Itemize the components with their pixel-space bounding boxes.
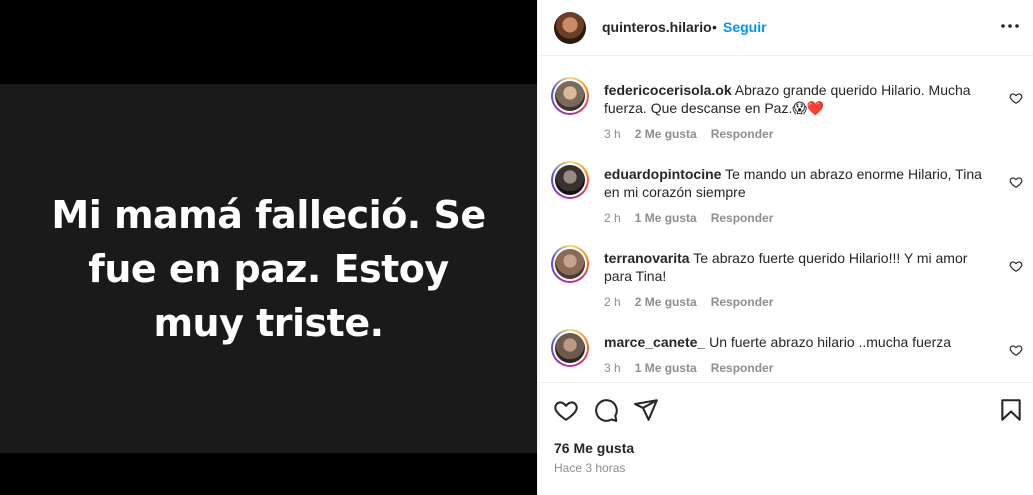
like-icon[interactable]	[1009, 259, 1023, 273]
like-icon[interactable]	[1009, 91, 1023, 105]
comment-icon[interactable]	[593, 397, 619, 423]
commenter-avatar[interactable]	[551, 329, 589, 367]
comment-body: federicocerisola.ok Abrazo grande querid…	[604, 81, 998, 117]
comment-time[interactable]: 2 h	[604, 211, 621, 225]
reply-button[interactable]: Responder	[711, 127, 774, 141]
like-icon[interactable]	[1009, 175, 1023, 189]
save-icon[interactable]	[998, 397, 1024, 423]
author-username[interactable]: quinteros.hilario	[602, 19, 712, 35]
post-likes-count[interactable]: 76 Me gusta	[554, 440, 634, 456]
post-image-text: Mi mamá falleció. Se fue en paz. Estoy m…	[51, 192, 486, 345]
comment-likes[interactable]: 1 Me gusta	[635, 361, 697, 375]
reply-button[interactable]: Responder	[711, 361, 774, 375]
reply-button[interactable]: Responder	[711, 295, 774, 309]
comment-likes[interactable]: 2 Me gusta	[635, 127, 697, 141]
more-options-icon[interactable]	[998, 14, 1022, 38]
post-image[interactable]: Mi mamá falleció. Se fue en paz. Estoy m…	[0, 84, 537, 453]
comment-time[interactable]: 3 h	[604, 361, 621, 375]
comments-list[interactable]: federicocerisola.ok Abrazo grande querid…	[538, 57, 1033, 382]
follow-button[interactable]: Seguir	[723, 19, 767, 35]
comment-body: terranovarita Te abrazo fuerte querido H…	[604, 249, 998, 285]
like-icon[interactable]	[1009, 343, 1023, 357]
commenter-avatar[interactable]	[551, 77, 589, 115]
comment-time[interactable]: 2 h	[604, 295, 621, 309]
comment-meta: 2 h 2 Me gusta Responder	[604, 295, 787, 309]
post-media: Mi mamá falleció. Se fue en paz. Estoy m…	[0, 0, 537, 495]
comment-likes[interactable]: 2 Me gusta	[635, 295, 697, 309]
comment-likes[interactable]: 1 Me gusta	[635, 211, 697, 225]
comment-meta: 3 h 1 Me gusta Responder	[604, 361, 787, 375]
commenter-avatar[interactable]	[551, 161, 589, 199]
comment-body: marce_canete_ Un fuerte abrazo hilario .…	[604, 333, 998, 351]
like-post-icon[interactable]	[553, 397, 579, 423]
reply-button[interactable]: Responder	[711, 211, 774, 225]
post-timestamp[interactable]: Hace 3 horas	[554, 461, 625, 475]
post-side-panel: quinteros.hilario • Seguir federicoceris…	[537, 0, 1033, 495]
comment-username[interactable]: federicocerisola.ok	[604, 82, 732, 98]
author-avatar[interactable]	[554, 12, 586, 44]
header-separator: •	[712, 19, 717, 35]
comment-username[interactable]: terranovarita	[604, 250, 690, 266]
comment-text: Un fuerte abrazo hilario ..mucha fuerza	[709, 334, 952, 350]
share-icon[interactable]	[633, 397, 659, 423]
post-header: quinteros.hilario • Seguir	[538, 0, 1033, 56]
comment-username[interactable]: eduardopintocine	[604, 166, 721, 182]
comment-meta: 2 h 1 Me gusta Responder	[604, 211, 787, 225]
post-actions: 76 Me gusta Hace 3 horas	[538, 382, 1033, 495]
comment-username[interactable]: marce_canete_	[604, 334, 705, 350]
comment-meta: 3 h 2 Me gusta Responder	[604, 127, 787, 141]
comment-body: eduardopintocine Te mando un abrazo enor…	[604, 165, 998, 201]
commenter-avatar[interactable]	[551, 245, 589, 283]
comment-time[interactable]: 3 h	[604, 127, 621, 141]
